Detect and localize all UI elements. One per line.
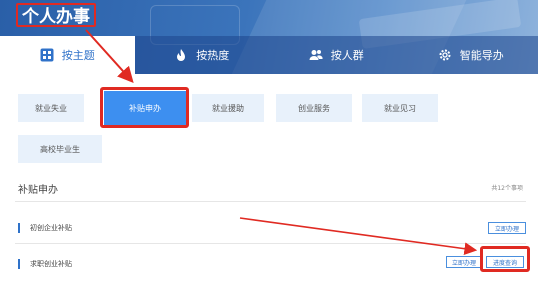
tab-smart-guide[interactable]: 智能导办 — [403, 36, 538, 74]
category-employment[interactable]: 就业失业 — [18, 94, 84, 122]
tab-by-topic[interactable]: 按主题 — [0, 36, 135, 74]
highlight-box — [100, 87, 189, 128]
category-label: 就业失业 — [35, 103, 67, 113]
divider — [15, 243, 526, 244]
flame-icon — [174, 48, 188, 62]
tab-label: 按人群 — [330, 49, 364, 62]
category-label: 创业服务 — [298, 103, 330, 113]
item-label: 求职创业补贴 — [30, 260, 72, 268]
category-internship[interactable]: 就业见习 — [362, 94, 438, 122]
category-label: 就业见习 — [384, 103, 416, 113]
tab-label: 智能导办 — [459, 49, 504, 62]
apply-now-button[interactable]: 立即办理 — [446, 256, 482, 268]
tab-by-popularity[interactable]: 按热度 — [134, 36, 269, 74]
gear-icon — [438, 48, 452, 62]
category-graduates[interactable]: 高校毕业生 — [18, 135, 102, 163]
item-marker — [18, 259, 20, 269]
category-label: 高校毕业生 — [40, 144, 80, 154]
category-label: 就业援助 — [212, 103, 244, 113]
apply-now-button[interactable]: 立即办理 — [488, 222, 526, 234]
section-count: 共12个事项 — [491, 185, 523, 192]
tab-bar: 按主题 按热度 按人群 智能导办 — [0, 36, 538, 74]
category-startup-service[interactable]: 创业服务 — [276, 94, 352, 122]
page-title: 个人办事 — [16, 3, 96, 27]
tab-label: 按热度 — [196, 49, 230, 62]
list-item: 求职创业补贴 — [18, 258, 72, 270]
arrow-to-progress-query — [239, 217, 478, 256]
tab-label: 按主题 — [61, 49, 95, 62]
item-label: 初创企业补贴 — [30, 224, 72, 232]
divider — [15, 201, 526, 202]
grid-icon — [40, 48, 54, 62]
people-icon — [309, 48, 323, 62]
tab-by-group[interactable]: 按人群 — [269, 36, 404, 74]
highlight-box — [480, 246, 530, 272]
section-title: 补贴申办 — [18, 185, 58, 196]
category-employment-aid[interactable]: 就业援助 — [192, 94, 264, 122]
list-item: 初创企业补贴 — [18, 222, 72, 234]
item-marker — [18, 223, 20, 233]
